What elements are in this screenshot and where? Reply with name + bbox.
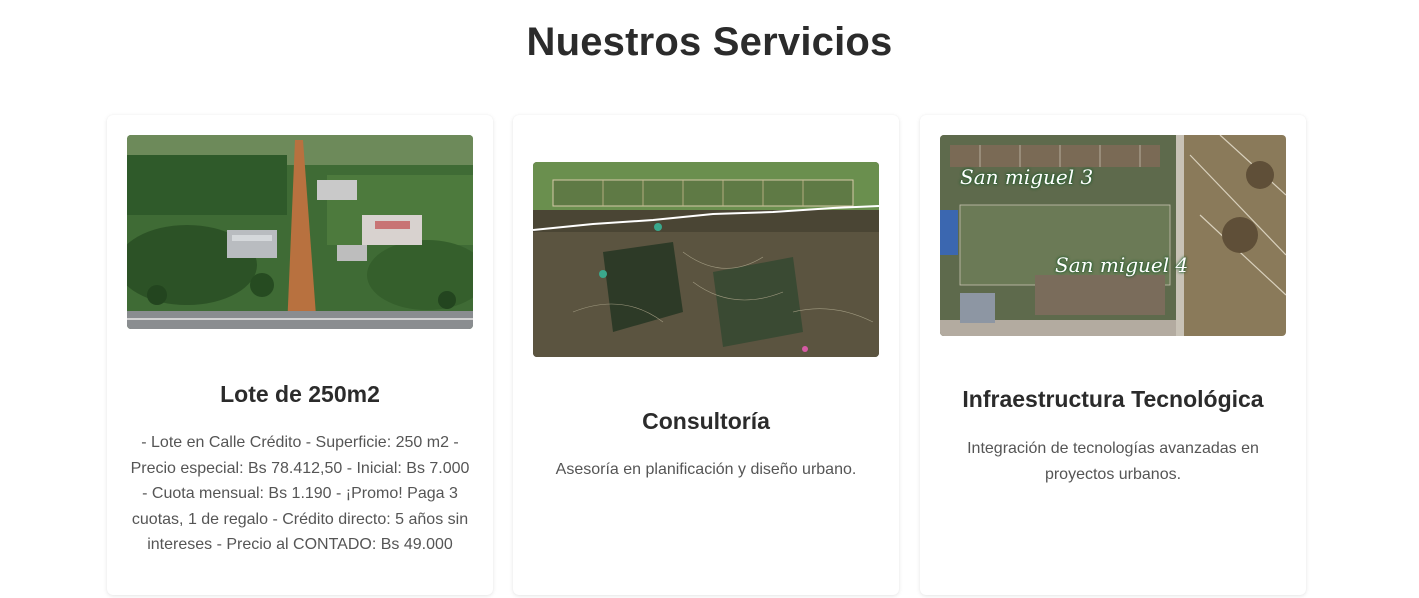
card-title: Infraestructura Tecnológica xyxy=(962,386,1264,412)
section-title: Nuestros Servicios xyxy=(526,20,893,64)
san-miguel-map-image: San miguel 3 San miguel 4 xyxy=(940,135,1286,336)
map-label-san-miguel-4: San miguel 4 xyxy=(1055,253,1189,277)
card-description: Asesoría en planificación y diseño urban… xyxy=(555,461,857,478)
service-card-infraestructura: San miguel 3 San miguel 4 Infraestructur… xyxy=(920,115,1306,595)
lote-aerial-image xyxy=(127,135,473,329)
card-description: Integración de tecnologías avanzadas en … xyxy=(967,440,1259,483)
map-label-san-miguel-3: San miguel 3 xyxy=(960,165,1094,189)
service-card-consultoria: Consultoría Asesoría en planificación y … xyxy=(513,115,899,595)
card-title: Consultoría xyxy=(642,408,770,434)
card-title: Lote de 250m2 xyxy=(220,381,380,407)
card-description: - Lote en Calle Crédito - Superficie: 25… xyxy=(130,434,470,554)
service-card-lote: Lote de 250m2 - Lote en Calle Crédito - … xyxy=(107,115,493,595)
consultoria-map-image xyxy=(533,162,879,357)
